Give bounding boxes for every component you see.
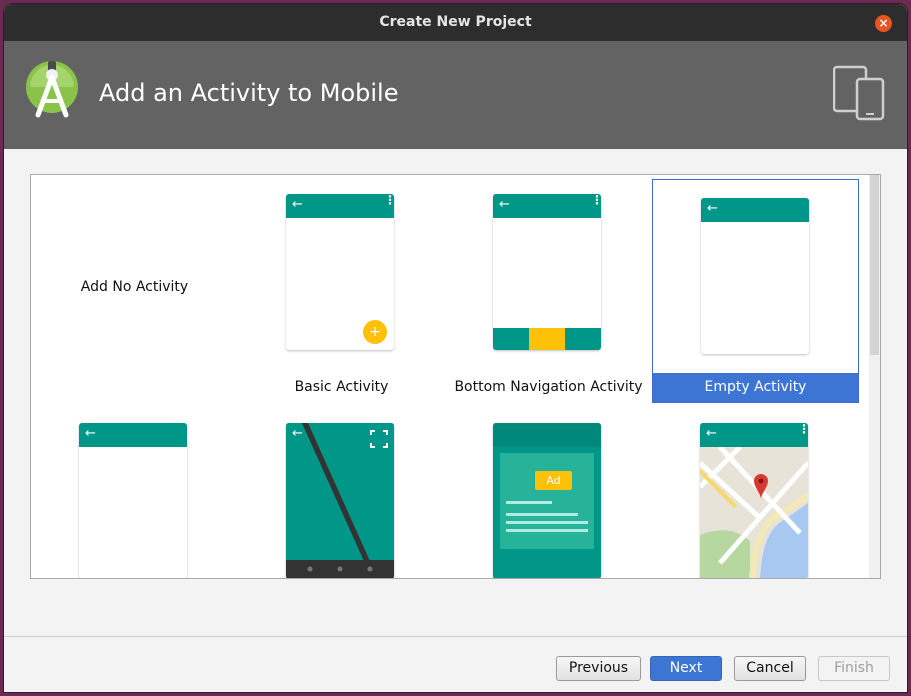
ad-line — [506, 501, 552, 504]
overflow-menu-icon: ⋮ — [798, 423, 808, 435]
gallery-scrollbar[interactable] — [869, 175, 880, 578]
window-title: Create New Project — [379, 14, 532, 30]
template-label: Bottom Navigation Activity — [454, 379, 643, 395]
next-button[interactable]: Next — [650, 656, 722, 681]
footer-divider — [4, 636, 907, 637]
app-bar: ← — [79, 423, 187, 447]
back-arrow-icon: ← — [292, 426, 303, 441]
ad-card: Ad — [500, 453, 594, 549]
previous-button[interactable]: Previous — [556, 656, 641, 681]
bottom-nav-selected-item — [529, 328, 565, 350]
template-empty-activity[interactable]: ← Empty Activity — [652, 179, 859, 403]
cancel-button[interactable]: Cancel — [734, 656, 806, 681]
phone-tablet-icon — [833, 65, 885, 121]
page-title: Add an Activity to Mobile — [99, 79, 399, 107]
template-preview: ← ⋮ + — [286, 194, 394, 350]
overflow-menu-icon: ⋮ — [384, 194, 394, 206]
template-empty-partial[interactable]: ← — [31, 404, 238, 578]
template-add-no-activity[interactable]: Add No Activity — [31, 179, 238, 402]
template-label: Add No Activity — [80, 279, 189, 295]
create-project-dialog: Create New Project × Add an Activity to … — [4, 4, 907, 692]
template-bottom-navigation-activity[interactable]: ← ⋮ Bottom Navigation Activity — [445, 175, 652, 398]
finish-button[interactable]: Finish — [818, 656, 890, 681]
template-preview: ← — [79, 423, 187, 578]
app-bar: ← — [701, 198, 809, 222]
app-bar: ← ⋮ — [493, 194, 601, 218]
back-arrow-icon: ← — [706, 426, 717, 441]
scrollbar-thumb[interactable] — [870, 175, 879, 355]
template-preview: ← ⋮ — [700, 423, 808, 578]
close-button[interactable]: × — [875, 15, 892, 32]
ad-line — [506, 513, 578, 516]
app-bar: ← ⋮ — [286, 194, 394, 218]
template-label: Basic Activity — [294, 379, 389, 395]
back-arrow-icon: ← — [707, 201, 718, 216]
ad-line — [506, 521, 588, 524]
ad-badge: Ad — [535, 471, 572, 490]
header-banner: Add an Activity to Mobile — [4, 41, 907, 149]
back-arrow-icon: ← — [499, 197, 510, 212]
fab-plus-icon: + — [363, 320, 387, 344]
ad-line — [506, 529, 588, 532]
template-preview: ← ⋮ — [493, 194, 601, 350]
template-preview: ← — [701, 198, 809, 354]
bottom-nav-bar — [493, 328, 601, 350]
template-preview: ← — [286, 423, 394, 578]
template-fullscreen-activity[interactable]: ← — [238, 404, 445, 578]
overflow-menu-icon: ⋮ — [591, 194, 601, 206]
back-arrow-icon: ← — [292, 197, 303, 212]
template-admob-activity[interactable]: Ad — [445, 404, 652, 578]
activity-template-gallery: Add No Activity ← ⋮ + Basic Activity ← ⋮… — [30, 174, 881, 579]
fullscreen-preview-graphic — [286, 423, 394, 578]
app-bar: ← ⋮ — [700, 423, 808, 447]
template-maps-activity[interactable]: ← ⋮ — [652, 404, 859, 578]
template-label: Empty Activity — [653, 373, 858, 402]
template-preview: Ad — [493, 423, 601, 578]
back-arrow-icon: ← — [85, 426, 96, 441]
title-bar: Create New Project × — [4, 4, 907, 41]
app-bar — [493, 423, 601, 447]
close-icon: × — [878, 16, 889, 30]
template-basic-activity[interactable]: ← ⋮ + Basic Activity — [238, 175, 445, 398]
android-studio-icon — [26, 61, 78, 118]
